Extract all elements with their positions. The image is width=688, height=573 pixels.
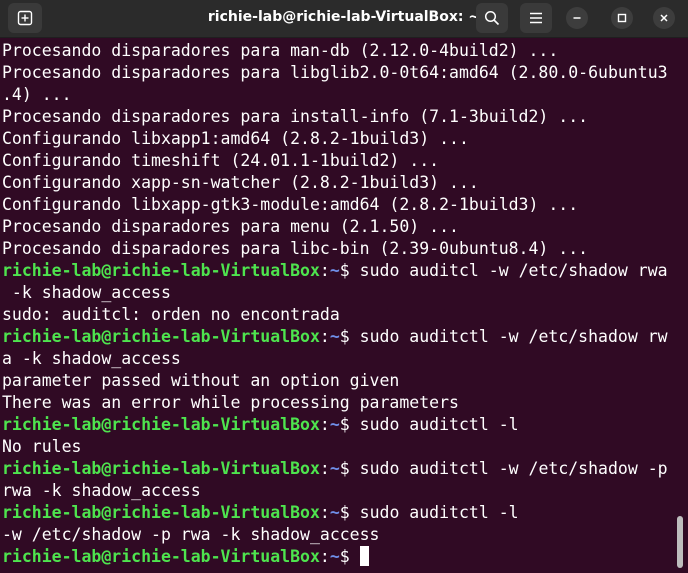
prompt-dollar: $	[339, 415, 360, 434]
prompt-line: richie-lab@richie-lab-VirtualBox:~$ sudo…	[2, 502, 676, 524]
command-text: sudo auditctl -w /etc/shadow rw	[359, 327, 668, 346]
output-line: Configurando xapp-sn-watcher (2.8.2-1bui…	[2, 172, 676, 194]
prompt-user-host: richie-lab@richie-lab-VirtualBox	[2, 261, 320, 280]
menu-button[interactable]	[520, 3, 552, 33]
output-line: No rules	[2, 436, 676, 458]
search-button[interactable]	[476, 3, 508, 33]
prompt-user-host: richie-lab@richie-lab-VirtualBox	[2, 415, 320, 434]
prompt-directory: ~	[329, 547, 340, 566]
prompt-line: richie-lab@richie-lab-VirtualBox:~$ sudo…	[2, 326, 676, 348]
prompt-separator: :	[319, 261, 330, 280]
output-text: Configurando libxapp-gtk3-module:amd64 (…	[2, 195, 579, 214]
title-bar[interactable]: richie-lab@richie-lab-VirtualBox: ~	[0, 0, 688, 38]
output-text: Procesando disparadores para menu (2.1.5…	[2, 217, 459, 236]
maximize-icon	[617, 13, 627, 23]
prompt-dollar: $	[339, 503, 360, 522]
output-line: Procesando disparadores para libglib2.0-…	[2, 62, 676, 84]
output-line: -k shadow_access	[2, 282, 676, 304]
maximize-button[interactable]	[611, 7, 633, 29]
close-icon	[660, 14, 668, 22]
prompt-dollar: $	[339, 327, 360, 346]
prompt-separator: :	[319, 547, 330, 566]
command-text: sudo auditctl -w /etc/shadow -p	[359, 459, 668, 478]
output-line: .4) ...	[2, 84, 676, 106]
output-line: Configurando libxapp1:amd64 (2.8.2-1buil…	[2, 128, 676, 150]
output-line: There was an error while processing para…	[2, 392, 676, 414]
output-line: Procesando disparadores para man-db (2.1…	[2, 40, 676, 62]
prompt-line: richie-lab@richie-lab-VirtualBox:~$	[2, 546, 676, 568]
new-tab-button[interactable]	[8, 3, 42, 33]
prompt-dollar: $	[339, 261, 360, 280]
prompt-line: richie-lab@richie-lab-VirtualBox:~$ sudo…	[2, 414, 676, 436]
prompt-directory: ~	[329, 459, 340, 478]
prompt-dollar: $	[339, 459, 360, 478]
prompt-user-host: richie-lab@richie-lab-VirtualBox	[2, 459, 320, 478]
output-text: Configurando xapp-sn-watcher (2.8.2-1bui…	[2, 173, 479, 192]
search-icon	[484, 10, 500, 26]
scrollbar-thumb[interactable]	[677, 516, 683, 568]
text-cursor	[359, 546, 369, 566]
output-text: Procesando disparadores para install-inf…	[2, 107, 589, 126]
output-text: There was an error while processing para…	[2, 393, 459, 412]
command-text: sudo auditcl -w /etc/shadow rwa	[359, 261, 668, 280]
new-tab-icon	[17, 10, 33, 26]
prompt-separator: :	[319, 415, 330, 434]
prompt-user-host: richie-lab@richie-lab-VirtualBox	[2, 547, 320, 566]
prompt-line: richie-lab@richie-lab-VirtualBox:~$ sudo…	[2, 458, 676, 480]
output-text: rwa -k shadow_access	[2, 481, 201, 500]
output-text: -k shadow_access	[2, 283, 171, 302]
command-text: sudo auditctl -l	[359, 415, 519, 434]
prompt-separator: :	[319, 503, 330, 522]
output-line: sudo: auditcl: orden no encontrada	[2, 304, 676, 326]
output-text: a -k shadow_access	[2, 349, 181, 368]
output-line: rwa -k shadow_access	[2, 480, 676, 502]
output-text: No rules	[2, 437, 82, 456]
prompt-directory: ~	[329, 327, 340, 346]
minimize-button[interactable]	[566, 7, 588, 29]
output-text: .4) ...	[2, 85, 72, 104]
output-text: sudo: auditcl: orden no encontrada	[2, 305, 340, 324]
terminal-output[interactable]: Procesando disparadores para man-db (2.1…	[2, 40, 676, 573]
prompt-directory: ~	[329, 415, 340, 434]
output-line: Configurando libxapp-gtk3-module:amd64 (…	[2, 194, 676, 216]
output-text: Procesando disparadores para libglib2.0-…	[2, 63, 668, 82]
output-line: Procesando disparadores para install-inf…	[2, 106, 676, 128]
output-text: Configurando timeshift (24.01.1-1build2)…	[2, 151, 440, 170]
output-text: Procesando disparadores para libc-bin (2…	[2, 239, 589, 258]
terminal-window: richie-lab@richie-lab-VirtualBox: ~ Proc…	[0, 0, 688, 573]
prompt-directory: ~	[329, 261, 340, 280]
output-text: Procesando disparadores para man-db (2.1…	[2, 41, 559, 60]
prompt-separator: :	[319, 459, 330, 478]
hamburger-menu-icon	[530, 12, 542, 24]
output-text: -w /etc/shadow -p rwa -k shadow_access	[2, 525, 380, 544]
output-text: parameter passed without an option given	[2, 371, 400, 390]
output-line: Configurando timeshift (24.01.1-1build2)…	[2, 150, 676, 172]
output-text: Configurando libxapp1:amd64 (2.8.2-1buil…	[2, 129, 469, 148]
output-line: Procesando disparadores para libc-bin (2…	[2, 238, 676, 260]
prompt-line: richie-lab@richie-lab-VirtualBox:~$ sudo…	[2, 260, 676, 282]
prompt-separator: :	[319, 327, 330, 346]
command-text: sudo auditctl -l	[359, 503, 519, 522]
output-line: a -k shadow_access	[2, 348, 676, 370]
output-line: parameter passed without an option given	[2, 370, 676, 392]
prompt-user-host: richie-lab@richie-lab-VirtualBox	[2, 503, 320, 522]
close-button[interactable]	[653, 7, 675, 29]
output-line: -w /etc/shadow -p rwa -k shadow_access	[2, 524, 676, 546]
prompt-directory: ~	[329, 503, 340, 522]
output-line: Procesando disparadores para menu (2.1.5…	[2, 216, 676, 238]
prompt-dollar: $	[339, 547, 360, 566]
minimize-icon	[573, 17, 581, 19]
prompt-user-host: richie-lab@richie-lab-VirtualBox	[2, 327, 320, 346]
